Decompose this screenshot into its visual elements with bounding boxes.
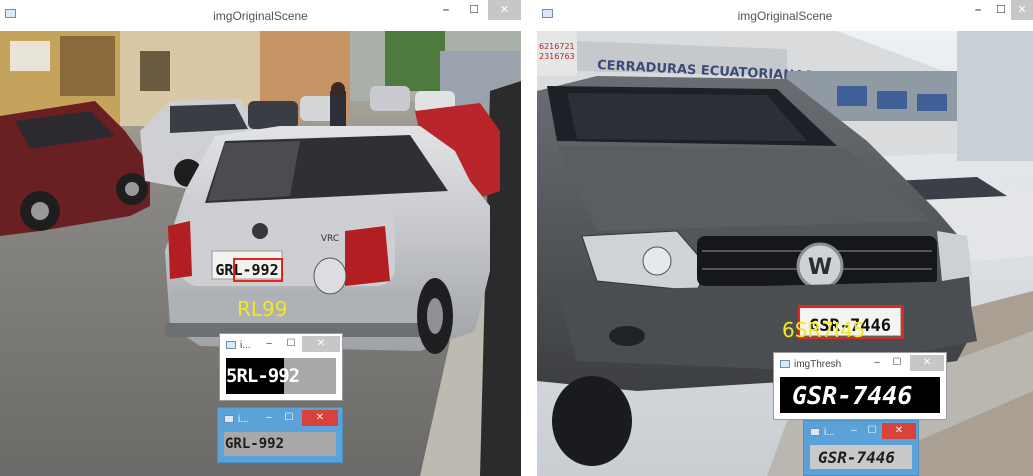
- left-plate-on-car: GRL-992: [215, 261, 278, 279]
- close-button[interactable]: ✕: [1011, 0, 1033, 20]
- svg-text:2316763: 2316763: [539, 52, 575, 61]
- thresh-plate-text: 5RL-992: [226, 365, 300, 387]
- maximize-button[interactable]: ☐: [460, 0, 488, 20]
- minimize-button[interactable]: –: [432, 0, 460, 20]
- minimize-button[interactable]: –: [260, 336, 278, 352]
- left-plate-window: i... – ☐ ✕ GRL-992: [217, 407, 343, 463]
- plate-crop-image: GRL-992: [224, 432, 336, 456]
- minimize-button[interactable]: –: [846, 423, 862, 439]
- plate-window-title: i...: [824, 427, 835, 438]
- close-button[interactable]: ✕: [302, 336, 340, 352]
- close-button[interactable]: ✕: [488, 0, 521, 20]
- minimize-button[interactable]: –: [965, 0, 991, 20]
- ocr-result-text: RL99: [237, 297, 288, 321]
- plate-titlebar[interactable]: i... – ☐ ✕: [804, 421, 918, 443]
- minimize-button[interactable]: –: [868, 355, 886, 371]
- left-scene-window: imgOriginalScene – ☐ ✕ GRL-992 VRC RL99 …: [0, 0, 521, 476]
- plate-crop-text: GRL-992: [225, 436, 285, 452]
- right-titlebar[interactable]: imgOriginalScene – ☐ ✕: [537, 0, 1033, 31]
- plate-titlebar[interactable]: i... – ☐ ✕: [218, 408, 342, 430]
- right-thresh-window: imgThresh – ☐ ✕ GSR-7446: [773, 352, 947, 420]
- svg-text:6216721: 6216721: [539, 42, 575, 51]
- thresh-plate-text: GSR-7446: [792, 381, 913, 410]
- left-thresh-window: i... – ☐ ✕ 5RL-992: [219, 333, 343, 401]
- right-plate-window: i... – ☐ ✕ GSR-7446: [803, 420, 919, 476]
- right-scene-window: imgOriginalScene – ☐ ✕ CERRADURAS ECUATO…: [537, 0, 1033, 476]
- thresh-window-title: imgThresh: [794, 359, 842, 370]
- plate-crop-text: GSR-7446: [818, 448, 896, 467]
- maximize-button[interactable]: ☐: [991, 0, 1011, 20]
- svg-text:VRC: VRC: [321, 234, 339, 244]
- thresh-image: 5RL-992: [226, 358, 336, 394]
- maximize-button[interactable]: ☐: [280, 410, 298, 426]
- minimize-button[interactable]: –: [260, 410, 278, 426]
- plate-window-title: i...: [238, 414, 249, 425]
- close-button[interactable]: ✕: [910, 355, 944, 371]
- left-titlebar[interactable]: imgOriginalScene – ☐ ✕: [0, 0, 521, 31]
- thresh-window-title: i...: [240, 340, 251, 351]
- window-icon: [810, 428, 820, 436]
- ocr-result-text: 6SR7I45: [782, 318, 866, 342]
- window-icon: [224, 415, 234, 423]
- thresh-image: GSR-7446: [780, 377, 940, 413]
- window-icon: [780, 360, 790, 368]
- maximize-button[interactable]: ☐: [888, 355, 906, 371]
- maximize-button[interactable]: ☐: [282, 336, 300, 352]
- thresh-titlebar[interactable]: imgThresh – ☐ ✕: [774, 353, 946, 375]
- thresh-titlebar[interactable]: i... – ☐ ✕: [220, 334, 342, 356]
- window-icon: [226, 341, 236, 349]
- plate-crop-image: GSR-7446: [810, 445, 912, 469]
- maximize-button[interactable]: ☐: [864, 423, 880, 439]
- svg-text:W: W: [808, 255, 832, 280]
- close-button[interactable]: ✕: [302, 410, 338, 426]
- close-button[interactable]: ✕: [882, 423, 916, 439]
- window-title: imgOriginalScene: [737, 9, 833, 23]
